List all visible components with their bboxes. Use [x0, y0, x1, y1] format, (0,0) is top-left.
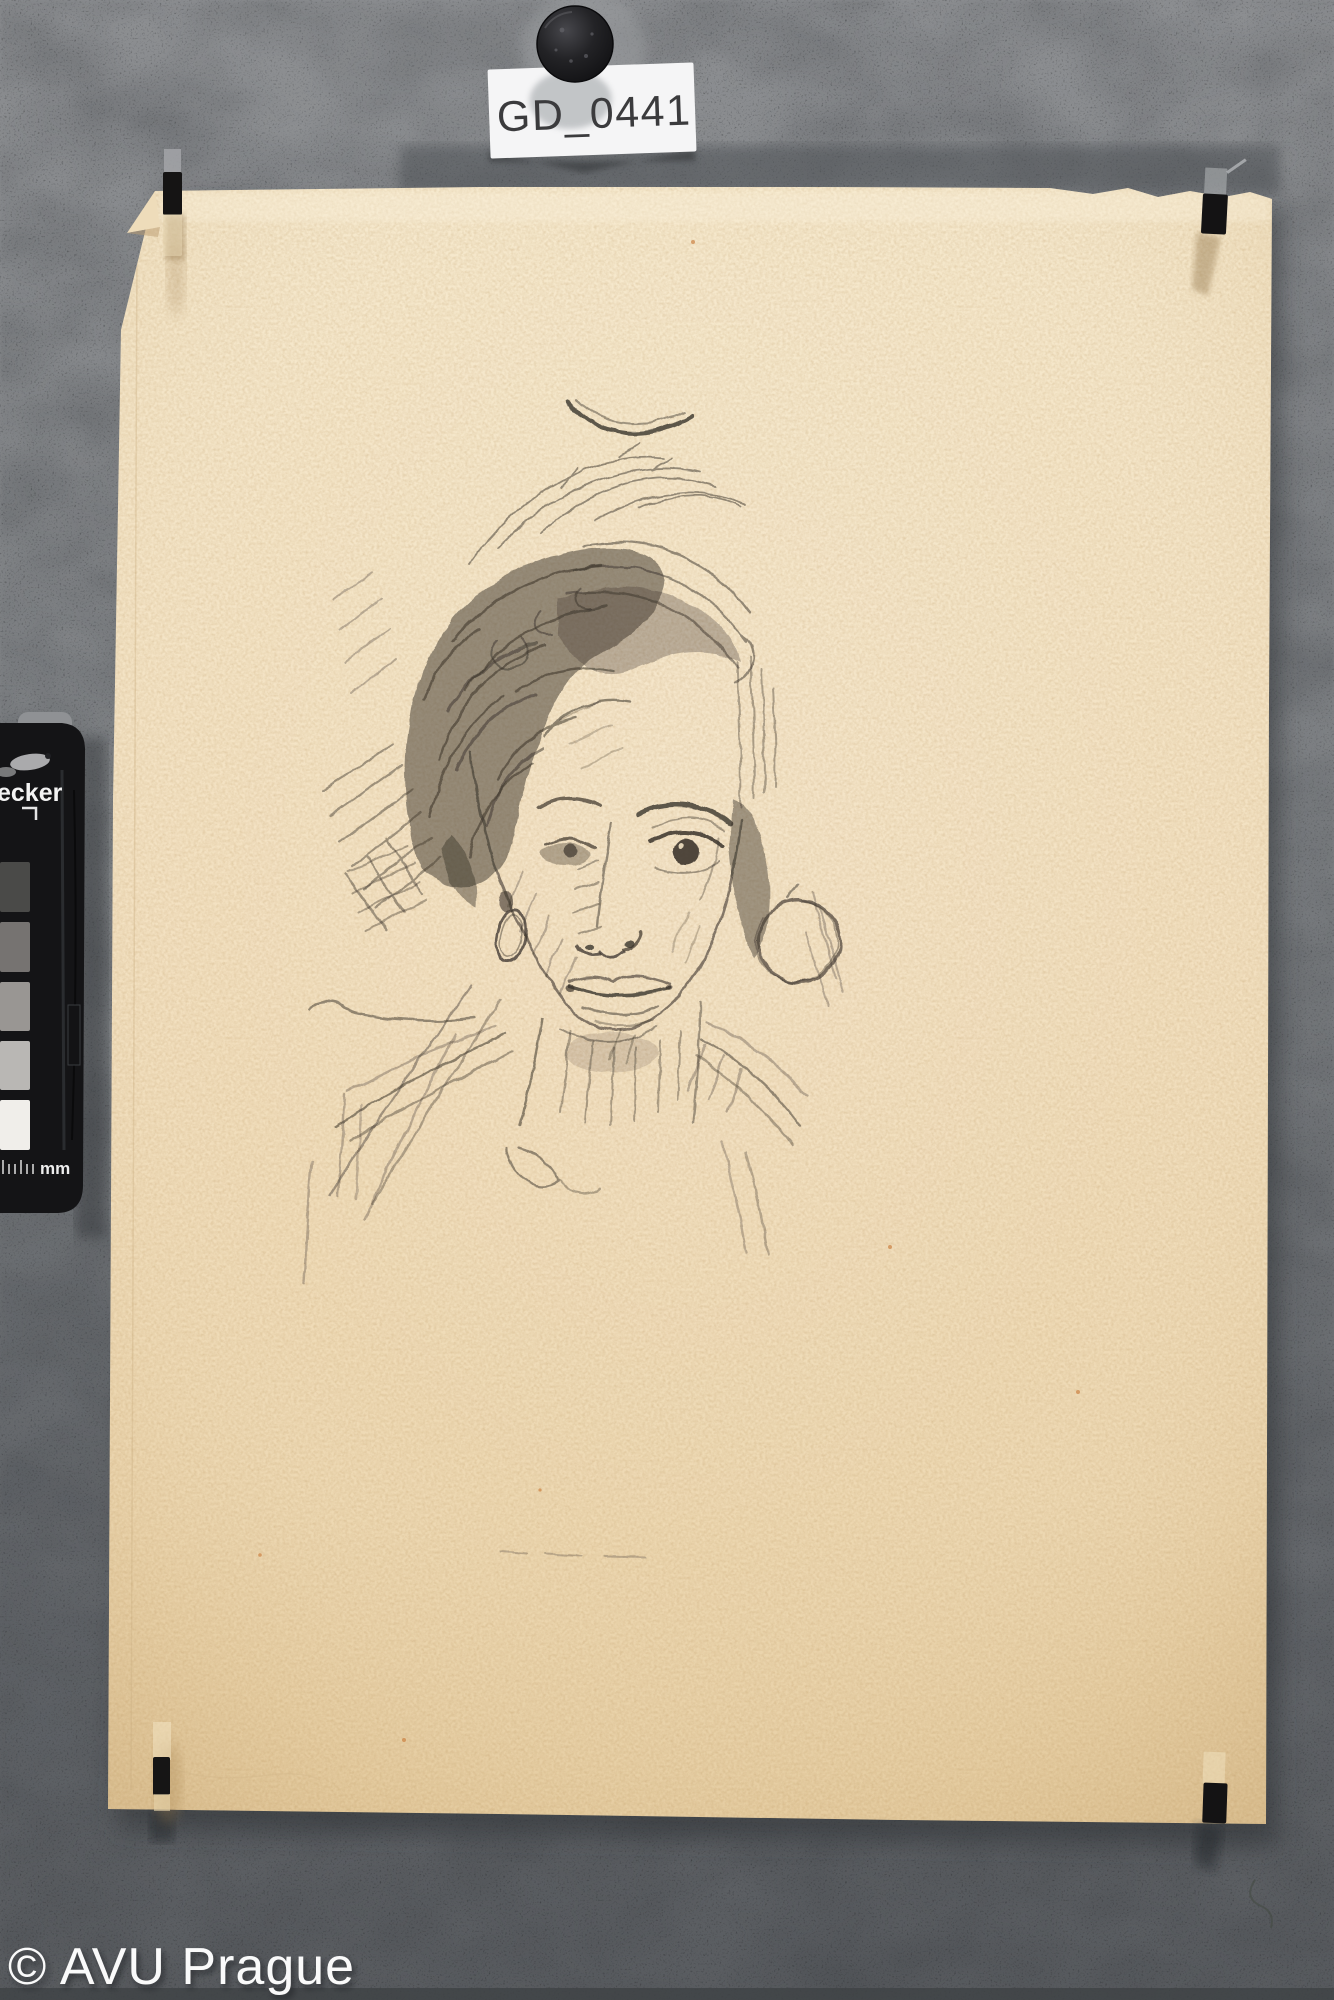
checker-ruler-unit: mm: [40, 1159, 70, 1178]
wall-streak-right: [1276, 220, 1334, 1720]
tape-black: [163, 172, 182, 215]
tape-black: [153, 1757, 170, 1795]
tape-black: [1201, 193, 1228, 234]
tape-sheen: [153, 1722, 171, 1760]
checker-patch-5: [0, 1100, 30, 1150]
tape-black: [1202, 1783, 1227, 1824]
paper-top-light-strip: [160, 192, 1270, 222]
watermark-text: © AVU Prague: [8, 1938, 355, 1996]
tape-sheen: [164, 149, 181, 175]
checker-patch-4: [0, 1041, 30, 1090]
tape-sheen: [1203, 1752, 1226, 1785]
checker-patch-1: [0, 862, 30, 912]
id-label-text: GD_0441: [496, 87, 692, 142]
archive-photo: GD_0441 ecker mm: [0, 0, 1334, 2000]
paper-fiber-texture: [100, 180, 1280, 1830]
paper-sheet: [100, 180, 1280, 1830]
checker-gray-patches: [0, 862, 30, 1150]
checker-patch-2: [0, 922, 30, 972]
magnet-pin: [537, 6, 613, 82]
magnet-disc: [537, 6, 613, 82]
checker-patch-3: [0, 982, 30, 1031]
tape-sheen: [1204, 167, 1227, 196]
checker-brand-text: ecker: [0, 779, 63, 807]
color-checker: ecker mm: [0, 712, 106, 1238]
